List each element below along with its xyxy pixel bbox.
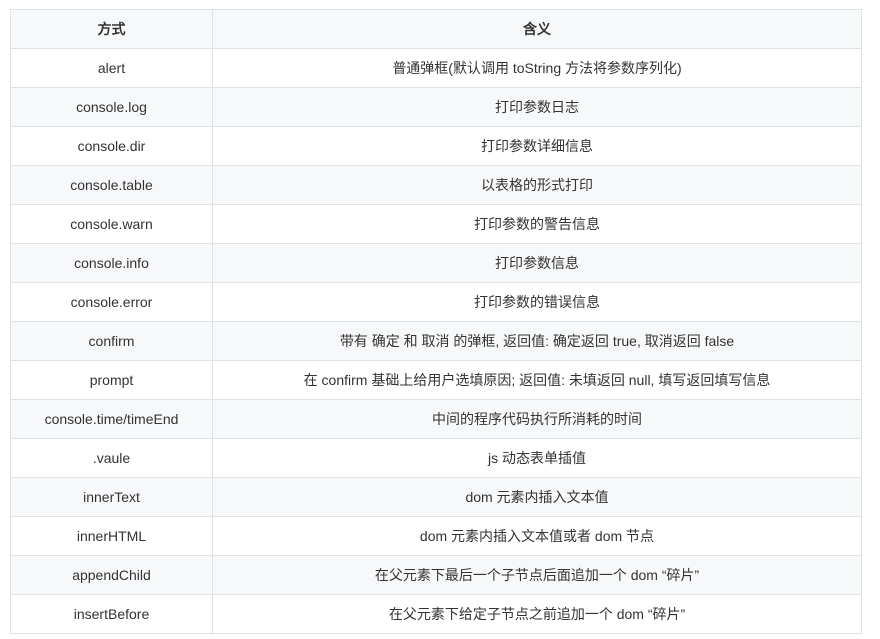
table-row: confirm 带有 确定 和 取消 的弹框, 返回值: 确定返回 true, … [10,321,862,361]
table-row: innerText dom 元素内插入文本值 [10,477,862,517]
method-cell: .vaule [10,438,213,478]
method-cell: confirm [10,321,213,361]
meaning-cell: 在 confirm 基础上给用户选填原因; 返回值: 未填返回 null, 填写… [212,360,862,400]
header-row: 方式 含义 [10,9,862,49]
meaning-cell: 打印参数日志 [212,87,862,127]
table-row: console.table 以表格的形式打印 [10,165,862,205]
meaning-cell: dom 元素内插入文本值或者 dom 节点 [212,516,862,556]
table-header: 方式 含义 [10,9,862,49]
method-cell: console.dir [10,126,213,166]
table-row: console.log 打印参数日志 [10,87,862,127]
meaning-cell: 带有 确定 和 取消 的弹框, 返回值: 确定返回 true, 取消返回 fal… [212,321,862,361]
header-method: 方式 [10,9,213,49]
method-cell: console.error [10,282,213,322]
meaning-cell: js 动态表单插值 [212,438,862,478]
method-cell: console.table [10,165,213,205]
meaning-cell: 在父元素下给定子节点之前追加一个 dom “碎片” [212,594,862,634]
meaning-cell: 打印参数信息 [212,243,862,283]
method-table: 方式 含义 alert 普通弹框(默认调用 toString 方法将参数序列化)… [10,9,862,634]
table-row: console.dir 打印参数详细信息 [10,126,862,166]
method-cell: console.warn [10,204,213,244]
meaning-cell: 打印参数详细信息 [212,126,862,166]
meaning-cell: 中间的程序代码执行所消耗的时间 [212,399,862,439]
method-cell: prompt [10,360,213,400]
meaning-cell: 打印参数的警告信息 [212,204,862,244]
table-row: console.time/timeEnd 中间的程序代码执行所消耗的时间 [10,399,862,439]
method-cell: alert [10,48,213,88]
table-row: insertBefore 在父元素下给定子节点之前追加一个 dom “碎片” [10,594,862,634]
table-row: innerHTML dom 元素内插入文本值或者 dom 节点 [10,516,862,556]
table-row: appendChild 在父元素下最后一个子节点后面追加一个 dom “碎片” [10,555,862,595]
method-cell: console.log [10,87,213,127]
method-cell: appendChild [10,555,213,595]
meaning-cell: 打印参数的错误信息 [212,282,862,322]
table-body: alert 普通弹框(默认调用 toString 方法将参数序列化) conso… [10,48,862,634]
method-cell: insertBefore [10,594,213,634]
table-row: console.warn 打印参数的警告信息 [10,204,862,244]
method-table-container: 方式 含义 alert 普通弹框(默认调用 toString 方法将参数序列化)… [10,9,862,634]
method-cell: innerHTML [10,516,213,556]
table-row: console.error 打印参数的错误信息 [10,282,862,322]
meaning-cell: 普通弹框(默认调用 toString 方法将参数序列化) [212,48,862,88]
table-row: .vaule js 动态表单插值 [10,438,862,478]
table-row: alert 普通弹框(默认调用 toString 方法将参数序列化) [10,48,862,88]
header-meaning: 含义 [212,9,862,49]
meaning-cell: dom 元素内插入文本值 [212,477,862,517]
method-cell: console.time/timeEnd [10,399,213,439]
meaning-cell: 以表格的形式打印 [212,165,862,205]
method-cell: console.info [10,243,213,283]
table-row: prompt 在 confirm 基础上给用户选填原因; 返回值: 未填返回 n… [10,360,862,400]
table-row: console.info 打印参数信息 [10,243,862,283]
meaning-cell: 在父元素下最后一个子节点后面追加一个 dom “碎片” [212,555,862,595]
method-cell: innerText [10,477,213,517]
